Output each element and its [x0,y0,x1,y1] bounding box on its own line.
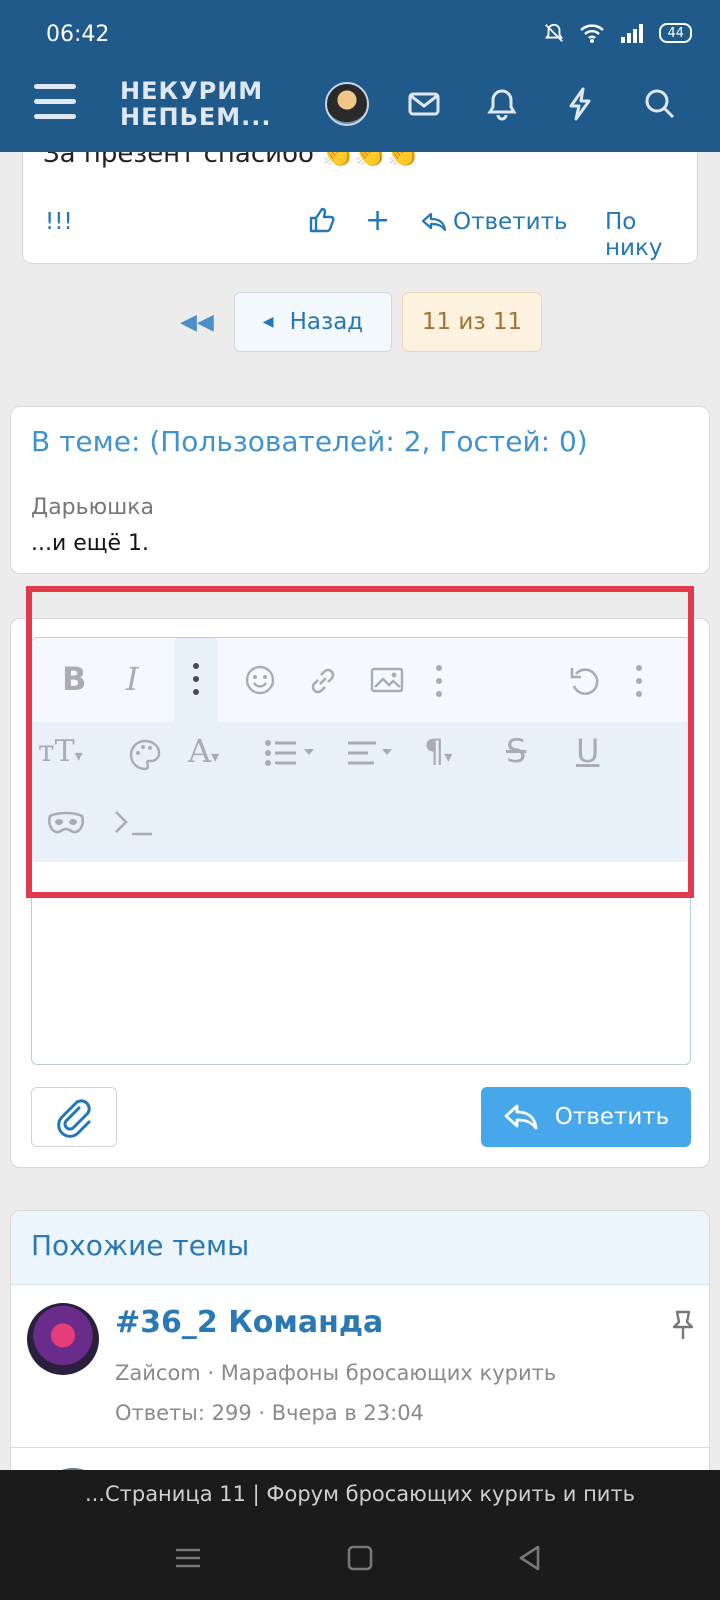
submit-reply-button[interactable]: Ответить [481,1087,691,1147]
browser-bottom-bar: ...Страница 11 | Форум бросающих курить … [0,1470,720,1600]
reply-link[interactable]: Ответить [421,209,568,235]
caret-left-icon: ◀ [262,314,274,330]
reply-icon [421,212,447,232]
list-item[interactable]: #36_2 Команда Zaйcom · Марафоны бросающи… [11,1287,709,1447]
bell-icon[interactable] [482,84,522,124]
smiley-icon[interactable] [244,664,276,696]
thumbs-up-icon[interactable] [307,205,337,235]
prev-page-label: Назад [289,309,364,335]
more-options-icon[interactable] [174,638,218,722]
reply-icon [504,1104,538,1130]
paperclip-icon [57,1099,91,1138]
online-more-text: ...и ещё 1. [31,531,150,556]
spoiler-mask-icon[interactable] [46,810,86,836]
undo-icon[interactable] [568,664,602,698]
similar-topics-header: Похожие темы [11,1211,709,1285]
paragraph-icon[interactable]: ¶▾ [424,732,452,770]
status-bar: 06:42 44 [0,0,720,70]
reply-by-nick-link[interactable]: По нику [605,209,685,261]
prev-page-button[interactable]: ◀ Назад [234,292,392,352]
strikethrough-icon[interactable]: S [506,732,526,770]
app-header: 06:42 44 НЕКУРИМ НЕПЬЕМ... [0,0,720,152]
search-icon[interactable] [640,84,680,124]
avatar[interactable] [27,1303,99,1375]
font-color-icon[interactable]: A▾ [188,732,219,770]
lightning-icon[interactable] [560,84,600,124]
bold-icon[interactable]: B [62,660,86,698]
menu-icon[interactable] [174,1544,202,1572]
text-size-icon[interactable]: тT▾ [38,734,83,769]
site-logo[interactable]: НЕКУРИМ НЕПЬЕМ... [120,78,272,130]
user-avatar[interactable] [325,82,369,126]
align-icon[interactable] [346,738,400,768]
top-nav: НЕКУРИМ НЕПЬЕМ... [0,70,720,152]
palette-icon[interactable] [128,738,162,772]
italic-icon[interactable]: I [126,660,139,698]
similar-topics-heading: Похожие темы [31,1229,250,1262]
menu-icon[interactable] [34,84,76,120]
link-icon[interactable] [306,664,340,698]
topic-forum[interactable]: Марафоны бросающих курить [221,1361,556,1385]
signal-icon [621,24,644,43]
status-time: 06:42 [46,22,110,47]
online-users-block: В теме: (Пользователей: 2, Гостей: 0) Да… [10,406,710,574]
post-extra-label[interactable]: !!! [45,209,73,235]
underline-icon[interactable]: U [576,732,599,770]
back-icon[interactable] [516,1544,544,1572]
list-icon[interactable] [264,738,322,768]
post-actions: !!! + Ответить По нику [45,203,685,261]
reply-editor-card: B I тT▾ A▾ ¶▾ S U Ответить [10,618,710,1168]
more-vertical-icon[interactable] [434,664,444,698]
online-users-title: В теме: (Пользователей: 2, Гостей: 0) [31,425,588,458]
current-page-indicator[interactable]: 11 из 11 [402,292,542,352]
more-vertical-icon-2[interactable] [634,664,644,698]
wifi-icon [580,24,605,43]
mute-bell-icon [545,23,564,42]
submit-reply-label: Ответить [554,1104,670,1130]
pin-icon [672,1310,694,1339]
battery-indicator: 44 [659,23,692,43]
topic-meta: Ответы: 299 · Вчера в 23:04 [115,1401,424,1425]
code-prompt-icon[interactable] [112,806,154,840]
logo-line-1: НЕКУРИМ [120,77,264,105]
topic-title[interactable]: #36_2 Команда [115,1305,383,1340]
first-page-icon[interactable]: ◀◀ [180,310,214,335]
add-reaction-button[interactable]: + [365,203,390,238]
reply-link-label: Ответить [453,209,568,235]
attach-file-button[interactable] [31,1087,117,1147]
topic-author-forum: Zaйcom · Марафоны бросающих курить [115,1361,557,1385]
mail-icon[interactable] [404,84,444,124]
status-icons: 44 [543,22,692,44]
similar-topics-block: Похожие темы #36_2 Команда Zaйcom · Мара… [10,1210,710,1510]
logo-line-2: НЕПЬЕМ... [120,103,272,131]
system-nav-keys [0,1544,720,1584]
topic-author[interactable]: Zaйcom [115,1361,201,1385]
rich-text-editor[interactable]: B I тT▾ A▾ ¶▾ S U [31,637,691,1065]
home-icon[interactable] [346,1544,374,1572]
image-icon[interactable] [370,666,404,694]
online-user-link[interactable]: Дарьюшка [31,495,154,520]
page-title[interactable]: ...Страница 11 | Форум бросающих курить … [0,1482,720,1506]
